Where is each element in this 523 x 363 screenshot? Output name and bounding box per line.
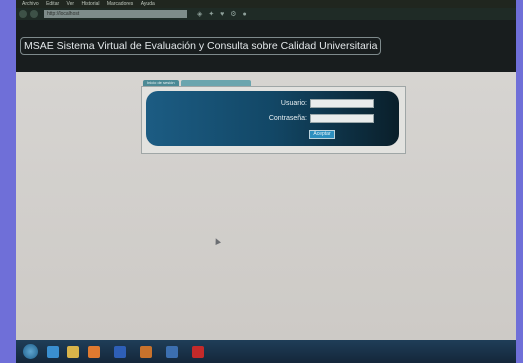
- menu-file[interactable]: Archivo: [22, 1, 39, 7]
- folder-icon[interactable]: [67, 346, 79, 358]
- submit-button[interactable]: Aceptar: [309, 130, 335, 139]
- acrobat-icon[interactable]: [192, 346, 204, 358]
- explorer-icon[interactable]: [140, 346, 152, 358]
- back-icon[interactable]: [19, 10, 27, 18]
- menu-bookmarks[interactable]: Marcadores: [107, 1, 133, 7]
- ie-icon[interactable]: [47, 346, 59, 358]
- forward-icon[interactable]: [30, 10, 38, 18]
- menu-view[interactable]: Ver: [67, 1, 75, 7]
- password-row: Contraseña:: [269, 114, 374, 123]
- menu-edit[interactable]: Editar: [46, 1, 59, 7]
- firefox-icon[interactable]: [166, 346, 178, 358]
- user-row: Usuario:: [281, 99, 374, 108]
- word-icon[interactable]: [114, 346, 126, 358]
- menu-history[interactable]: Historial: [81, 1, 99, 7]
- media-icon[interactable]: [88, 346, 100, 358]
- password-input[interactable]: [310, 114, 374, 123]
- menu-help[interactable]: Ayuda: [141, 1, 155, 7]
- screen: Archivo Editar Ver Historial Marcadores …: [16, 0, 516, 363]
- user-input[interactable]: [310, 99, 374, 108]
- toolbar-icons[interactable]: ◈ ✦ ♥ ⚙ ●: [197, 10, 249, 18]
- address-input[interactable]: http://localhost: [44, 10, 187, 18]
- browser-menubar: Archivo Editar Ver Historial Marcadores …: [16, 0, 516, 8]
- browser-toolbar: http://localhost ◈ ✦ ♥ ⚙ ●: [16, 8, 516, 20]
- user-label: Usuario:: [280, 100, 307, 107]
- login-panel: Usuario: Contraseña: Aceptar: [146, 91, 399, 146]
- start-icon[interactable]: [23, 344, 38, 359]
- taskbar: [16, 340, 516, 363]
- password-label: Contraseña:: [268, 115, 307, 122]
- page-title: MSAE Sistema Virtual de Evaluación y Con…: [20, 37, 382, 55]
- login-box: Usuario: Contraseña: Aceptar: [141, 86, 406, 154]
